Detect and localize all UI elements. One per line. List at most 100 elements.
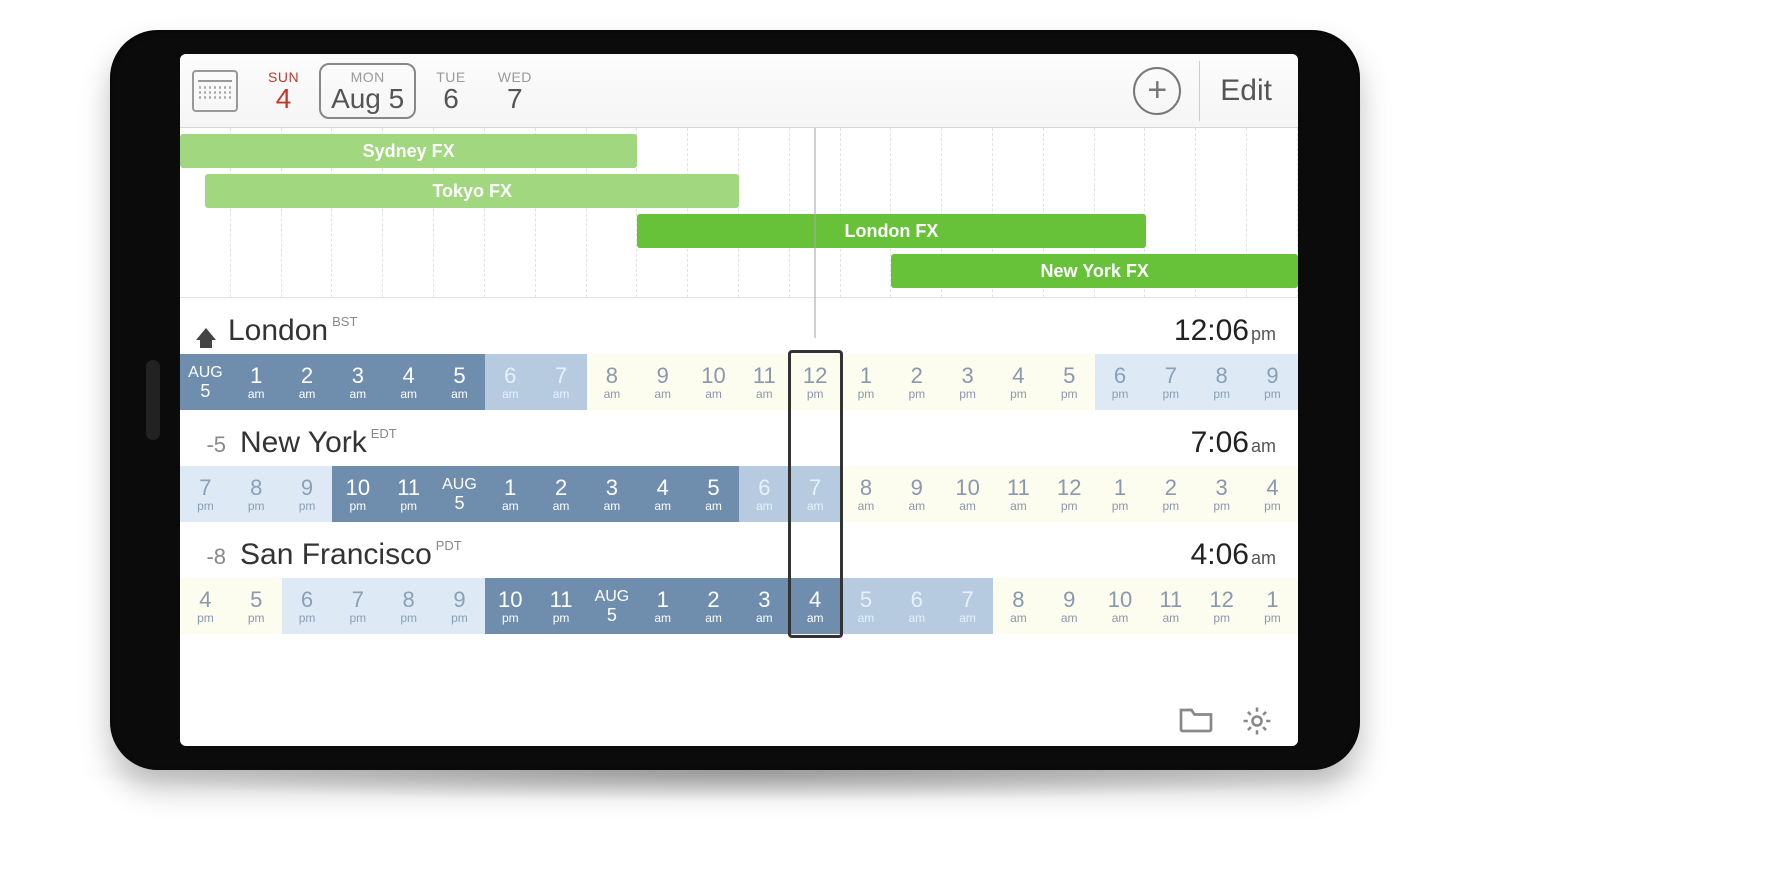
- day-num: 7: [498, 85, 532, 113]
- hour-cell[interactable]: 8am: [993, 578, 1044, 634]
- hour-cell[interactable]: 4am: [383, 354, 434, 410]
- day-tab-1[interactable]: MONAug 5: [319, 63, 416, 119]
- gear-icon[interactable]: [1240, 704, 1276, 734]
- hour-cell[interactable]: 4pm: [1247, 466, 1298, 522]
- hour-cell[interactable]: 3pm: [1196, 466, 1247, 522]
- hour-cell[interactable]: 6am: [485, 354, 536, 410]
- hour-cell[interactable]: 8am: [841, 466, 892, 522]
- hour-cell[interactable]: 5pm: [1044, 354, 1095, 410]
- city-hours-row[interactable]: 4pm5pm6pm7pm8pm9pm10pm11pmAUG51am2am3am4…: [180, 578, 1298, 634]
- hour-cell[interactable]: 2pm: [891, 354, 942, 410]
- hour-cell[interactable]: 1pm: [841, 354, 892, 410]
- day-num: 4: [268, 85, 299, 113]
- hour-cell[interactable]: AUG5: [434, 466, 485, 522]
- hour-cell[interactable]: AUG5: [587, 578, 638, 634]
- hour-cell[interactable]: 12pm: [1044, 466, 1095, 522]
- hour-cell[interactable]: 11pm: [536, 578, 587, 634]
- hour-cell[interactable]: 11am: [993, 466, 1044, 522]
- hour-cell[interactable]: 9pm: [1247, 354, 1298, 410]
- city-name: San Francisco: [240, 538, 432, 572]
- sessions-gantt[interactable]: Sydney FX Tokyo FX London FX New York FX: [180, 128, 1298, 298]
- app-screen: SUN4MONAug 5TUE6WED7 + Edit Sydney FX Tok…: [180, 54, 1298, 746]
- cities-panel[interactable]: LondonBST12:06pmAUG51am2am3am4am5am6am7a…: [180, 298, 1298, 634]
- hour-cell[interactable]: 2am: [536, 466, 587, 522]
- hour-cell[interactable]: 4am: [790, 578, 841, 634]
- city-time: 4:06am: [1191, 538, 1276, 572]
- hour-cell[interactable]: 9am: [637, 354, 688, 410]
- add-button[interactable]: +: [1133, 67, 1181, 115]
- hour-cell[interactable]: 6am: [891, 578, 942, 634]
- day-tab-2[interactable]: TUE6: [424, 69, 478, 113]
- toolbar-divider: [1199, 61, 1200, 121]
- hour-cell[interactable]: 9am: [1044, 578, 1095, 634]
- session-bar[interactable]: New York FX: [891, 254, 1298, 288]
- hour-cell[interactable]: 5pm: [231, 578, 282, 634]
- hour-cell[interactable]: 7am: [942, 578, 993, 634]
- calendar-icon[interactable]: [192, 70, 238, 112]
- hour-cell[interactable]: 12pm: [790, 354, 841, 410]
- city-header: -5New YorkEDT7:06am: [180, 410, 1298, 466]
- home-icon: [196, 328, 216, 340]
- hour-cell[interactable]: 11pm: [383, 466, 434, 522]
- hour-cell[interactable]: 8pm: [1196, 354, 1247, 410]
- hour-cell[interactable]: 10pm: [332, 466, 383, 522]
- hour-cell[interactable]: 2am: [282, 354, 333, 410]
- city-time: 12:06pm: [1174, 314, 1276, 348]
- day-tab-0[interactable]: SUN4: [256, 69, 311, 113]
- hour-cell[interactable]: 3am: [587, 466, 638, 522]
- hour-cell[interactable]: 10am: [688, 354, 739, 410]
- hour-cell[interactable]: 11am: [739, 354, 790, 410]
- hour-cell[interactable]: 4pm: [180, 578, 231, 634]
- hour-cell[interactable]: 10pm: [485, 578, 536, 634]
- hour-cell[interactable]: 1am: [485, 466, 536, 522]
- hour-cell[interactable]: 1am: [231, 354, 282, 410]
- hour-cell[interactable]: 10am: [942, 466, 993, 522]
- hour-cell[interactable]: 6pm: [282, 578, 333, 634]
- hour-cell[interactable]: 7am: [536, 354, 587, 410]
- session-bar[interactable]: London FX: [637, 214, 1145, 248]
- hour-cell[interactable]: 1am: [637, 578, 688, 634]
- hour-cell[interactable]: 4am: [637, 466, 688, 522]
- city-tz: EDT: [371, 426, 397, 441]
- hour-cell[interactable]: 5am: [434, 354, 485, 410]
- hour-cell[interactable]: 1pm: [1247, 578, 1298, 634]
- hour-cell[interactable]: 5am: [841, 578, 892, 634]
- city-time: 7:06am: [1191, 426, 1276, 460]
- hour-cell[interactable]: 3am: [739, 578, 790, 634]
- city-hours-row[interactable]: AUG51am2am3am4am5am6am7am8am9am10am11am1…: [180, 354, 1298, 410]
- edit-button[interactable]: Edit: [1206, 74, 1286, 108]
- hour-cell[interactable]: 7pm: [180, 466, 231, 522]
- hour-cell[interactable]: 11am: [1145, 578, 1196, 634]
- hour-cell[interactable]: 9pm: [434, 578, 485, 634]
- hour-cell[interactable]: 7pm: [332, 578, 383, 634]
- hour-cell[interactable]: 2pm: [1145, 466, 1196, 522]
- hour-cell[interactable]: 9pm: [282, 466, 333, 522]
- hour-cell[interactable]: 4pm: [993, 354, 1044, 410]
- hour-cell[interactable]: 9am: [891, 466, 942, 522]
- hour-cell[interactable]: 8pm: [383, 578, 434, 634]
- hour-cell[interactable]: 1pm: [1095, 466, 1146, 522]
- hour-cell[interactable]: 7am: [790, 466, 841, 522]
- hour-cell[interactable]: 12pm: [1196, 578, 1247, 634]
- hour-cell[interactable]: AUG5: [180, 354, 231, 410]
- hour-cell[interactable]: 3am: [332, 354, 383, 410]
- city-hours-row[interactable]: 7pm8pm9pm10pm11pmAUG51am2am3am4am5am6am7…: [180, 466, 1298, 522]
- hour-cell[interactable]: 7pm: [1145, 354, 1196, 410]
- session-bar[interactable]: Tokyo FX: [205, 174, 739, 208]
- hour-cell[interactable]: 3pm: [942, 354, 993, 410]
- city-offset: -8: [196, 544, 226, 570]
- hour-cell[interactable]: 8pm: [231, 466, 282, 522]
- hour-cell[interactable]: 2am: [688, 578, 739, 634]
- hour-cell[interactable]: 10am: [1095, 578, 1146, 634]
- folder-icon[interactable]: [1178, 704, 1214, 734]
- hour-cell[interactable]: 6pm: [1095, 354, 1146, 410]
- phone-earpiece: [146, 360, 160, 440]
- session-bar[interactable]: Sydney FX: [180, 134, 637, 168]
- day-tabs: SUN4MONAug 5TUE6WED7: [256, 63, 544, 119]
- city-header: LondonBST12:06pm: [180, 298, 1298, 354]
- hour-cell[interactable]: 5am: [688, 466, 739, 522]
- hour-cell[interactable]: 8am: [587, 354, 638, 410]
- city-tz: PDT: [436, 538, 462, 553]
- day-tab-3[interactable]: WED7: [486, 69, 544, 113]
- hour-cell[interactable]: 6am: [739, 466, 790, 522]
